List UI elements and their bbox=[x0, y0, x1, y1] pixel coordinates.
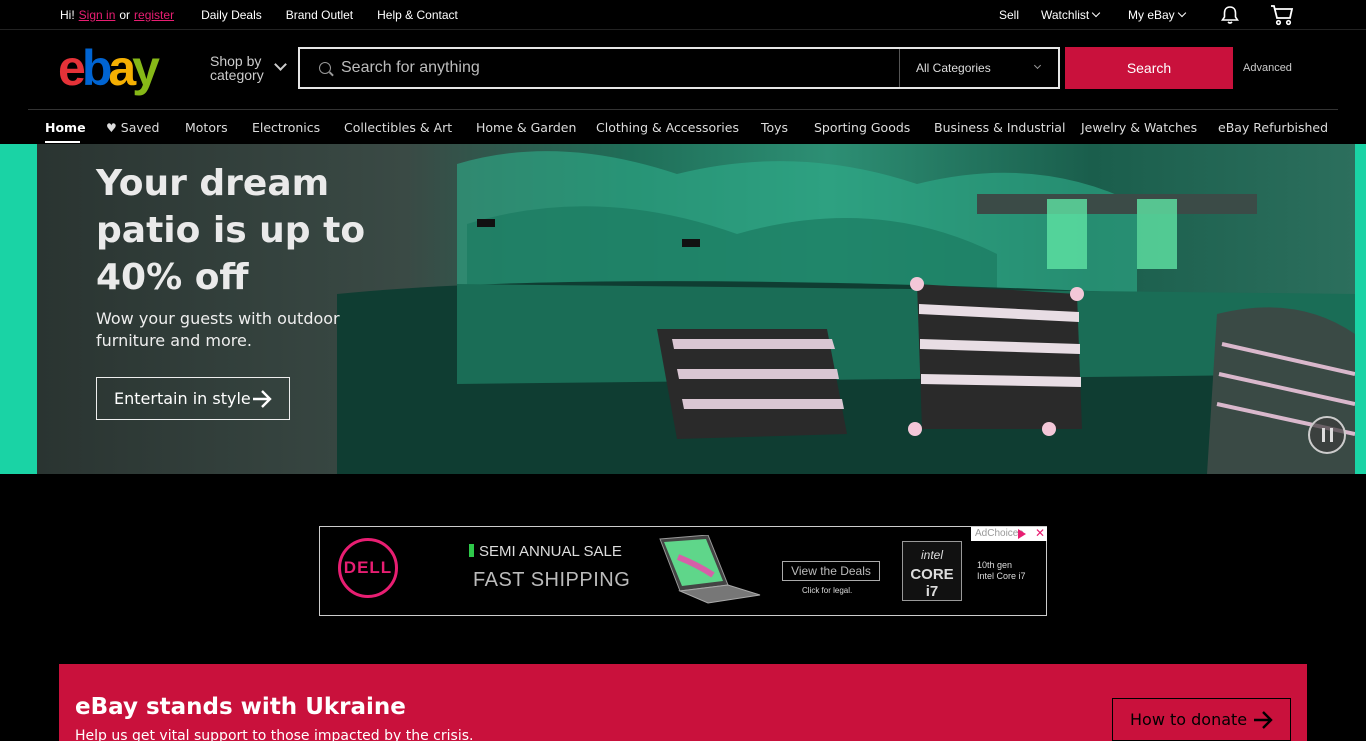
category-select[interactable]: All Categories bbox=[899, 49, 1058, 87]
tab-jewelry-watches[interactable]: Jewelry & Watches bbox=[1081, 120, 1197, 135]
bell-icon[interactable] bbox=[1220, 5, 1240, 25]
hero-headline: Your dream patio is up to 40% off bbox=[96, 163, 366, 298]
advanced-search-link[interactable]: Advanced bbox=[1243, 62, 1292, 74]
pillow-left bbox=[657, 329, 847, 439]
tab-collectibles-art[interactable]: Collectibles & Art bbox=[344, 120, 452, 135]
donate-label: How to donate bbox=[1130, 710, 1248, 729]
ukraine-banner: eBay stands with Ukraine Help us get vit… bbox=[59, 664, 1307, 741]
greeting: Hi! bbox=[60, 8, 75, 22]
top-bar: Hi! Sign in or register Daily Deals Bran… bbox=[0, 0, 1366, 30]
search-bar: All Categories bbox=[298, 47, 1060, 89]
search-icon bbox=[319, 62, 331, 74]
category-select-value: All Categories bbox=[916, 61, 991, 75]
ad-legal-link[interactable]: Click for legal. bbox=[802, 586, 852, 595]
daily-deals-link[interactable]: Daily Deals bbox=[201, 8, 262, 22]
tab-saved-label: Saved bbox=[120, 120, 160, 135]
top-bar-left: Hi! Sign in or register Daily Deals Bran… bbox=[60, 8, 458, 22]
adchoices-icon bbox=[1018, 529, 1026, 539]
my-ebay-menu[interactable]: My eBay bbox=[1128, 8, 1186, 22]
dell-advertisement[interactable]: DELL SEMI ANNUAL SALE FAST SHIPPING View… bbox=[319, 526, 1047, 616]
tab-home[interactable]: Home bbox=[45, 120, 86, 135]
my-ebay-label: My eBay bbox=[1128, 8, 1175, 22]
search-input[interactable] bbox=[341, 49, 891, 87]
hero-accent-stripe bbox=[0, 144, 37, 474]
register-link[interactable]: register bbox=[134, 8, 174, 22]
hero-cta-label: Entertain in style bbox=[114, 389, 251, 408]
shop-by-label-line2: category bbox=[210, 67, 264, 83]
tab-saved[interactable]: ♥ Saved bbox=[106, 120, 159, 135]
tab-business-industrial[interactable]: Business & Industrial bbox=[934, 120, 1065, 135]
intel-generation-text: 10th gen Intel Core i7 bbox=[977, 560, 1026, 582]
tab-sporting-goods[interactable]: Sporting Goods bbox=[814, 120, 910, 135]
dell-logo: DELL bbox=[338, 538, 398, 598]
adchoices-label: AdChoices bbox=[975, 528, 1024, 539]
adchoices-badge[interactable]: AdChoices ✕ bbox=[971, 527, 1047, 541]
shop-by-label-line1: Shop by bbox=[210, 53, 262, 69]
sell-link[interactable]: Sell bbox=[999, 8, 1019, 22]
chevron-down-icon bbox=[1091, 8, 1101, 18]
carousel-pause-button[interactable] bbox=[1308, 416, 1346, 454]
laptop-image bbox=[659, 535, 761, 604]
chevron-down-icon bbox=[274, 58, 287, 71]
arrow-right-icon bbox=[1254, 711, 1273, 729]
ukraine-subtitle: Help us get vital support to those impac… bbox=[75, 728, 474, 741]
green-bar-icon bbox=[469, 544, 474, 557]
tab-home-garden[interactable]: Home & Garden bbox=[476, 120, 576, 135]
tab-electronics[interactable]: Electronics bbox=[252, 120, 320, 135]
heart-icon: ♥ bbox=[106, 121, 117, 135]
active-tab-indicator bbox=[45, 141, 80, 143]
how-to-donate-button[interactable]: How to donate bbox=[1112, 698, 1291, 741]
hero-next-slide-edge bbox=[1355, 144, 1366, 474]
sign-in-link[interactable]: Sign in bbox=[79, 8, 116, 22]
gen-line-1: 10th gen bbox=[977, 560, 1013, 570]
ad-sale-label: SEMI ANNUAL SALE bbox=[479, 543, 622, 560]
cart-icon[interactable] bbox=[1270, 4, 1294, 26]
chevron-down-icon bbox=[1177, 8, 1186, 18]
tab-toys[interactable]: Toys bbox=[761, 120, 788, 135]
or-text: or bbox=[119, 8, 131, 22]
chevron-down-icon bbox=[1033, 61, 1042, 70]
ukraine-title: eBay stands with Ukraine bbox=[75, 694, 406, 720]
ad-sale-text: SEMI ANNUAL SALE bbox=[469, 543, 622, 560]
watchlist-menu[interactable]: Watchlist bbox=[1041, 8, 1101, 22]
tab-motors[interactable]: Motors bbox=[185, 120, 228, 135]
search-button[interactable]: Search bbox=[1065, 47, 1233, 89]
tab-ebay-refurbished[interactable]: eBay Refurbished bbox=[1218, 120, 1328, 135]
pillow-right bbox=[908, 277, 1084, 436]
help-contact-link[interactable]: Help & Contact bbox=[377, 8, 458, 22]
tab-clothing-accessories[interactable]: Clothing & Accessories bbox=[596, 120, 739, 135]
intel-logo: intel bbox=[920, 548, 943, 562]
ebay-logo[interactable]: ebay bbox=[58, 40, 160, 96]
gen-line-2: Intel Core i7 bbox=[977, 571, 1026, 581]
category-nav: Home ♥ Saved Motors Electronics Collectib… bbox=[28, 109, 1338, 144]
close-icon[interactable]: ✕ bbox=[1033, 527, 1047, 541]
intel-badge: intel CORE i7 bbox=[902, 541, 962, 601]
hero-banner[interactable]: Your dream patio is up to 40% off Wow yo… bbox=[0, 144, 1366, 474]
watchlist-label: Watchlist bbox=[1041, 8, 1090, 22]
view-deals-button[interactable]: View the Deals bbox=[782, 561, 880, 581]
intel-core-label: CORE i7 bbox=[910, 566, 954, 600]
brand-outlet-link[interactable]: Brand Outlet bbox=[286, 8, 353, 22]
hero-subtext: Wow your guests with outdoor furniture a… bbox=[96, 309, 340, 350]
shop-by-category-button[interactable]: Shop by category bbox=[210, 53, 287, 83]
arrow-right-icon bbox=[253, 390, 272, 408]
hero-cta-button[interactable]: Entertain in style bbox=[96, 377, 290, 420]
ad-shipping-text: FAST SHIPPING bbox=[473, 569, 631, 591]
